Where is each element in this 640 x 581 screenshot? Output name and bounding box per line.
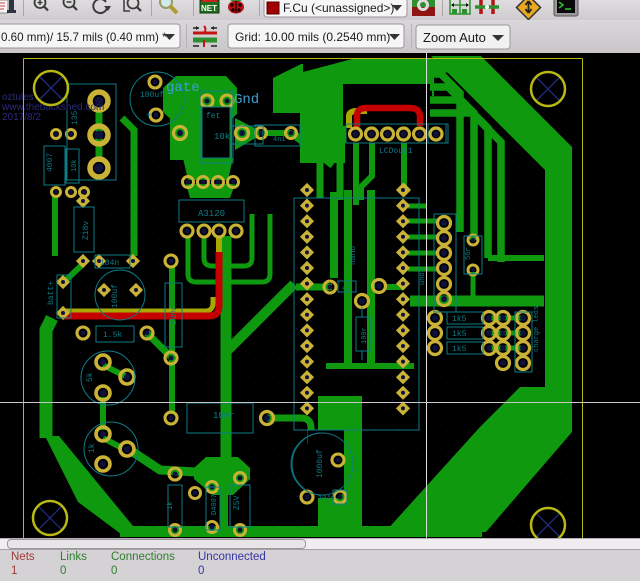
svg-text:Z5V: Z5V: [233, 495, 242, 510]
svg-text:D4007: D4007: [211, 494, 219, 515]
svg-text:1k: 1k: [88, 443, 97, 453]
svg-text:gate: gate: [166, 80, 200, 96]
svg-text:1.5k: 1.5k: [103, 331, 122, 340]
svg-text:fet: fet: [206, 112, 220, 121]
svg-text:1000uf: 1000uf: [316, 449, 325, 478]
svg-text:104n: 104n: [100, 259, 119, 268]
svg-text:F.Cu (<unassigned>): F.Cu (<unassigned>): [283, 1, 394, 15]
svg-text:A3120: A3120: [198, 209, 225, 219]
svg-text:5k: 5k: [86, 372, 95, 382]
svg-text:100uf: 100uf: [111, 284, 120, 308]
svg-text:0.60 mm)/ 15.7 mils (0.40 mm): 0.60 mm)/ 15.7 mils (0.40 mm) *: [1, 31, 167, 44]
svg-text:1k5: 1k5: [452, 330, 467, 339]
svg-text:2017/8/2: 2017/8/2: [2, 112, 41, 123]
svg-text:100uf: 100uf: [140, 91, 164, 100]
svg-text:LCDout1: LCDout1: [379, 147, 413, 156]
svg-text:1k5: 1k5: [452, 315, 467, 324]
svg-text:56r: 56r: [465, 247, 473, 260]
svg-text:+: +: [146, 111, 151, 121]
svg-text:NET: NET: [201, 4, 217, 13]
svg-text:batt+: batt+: [47, 281, 56, 305]
svg-text:Gnd: Gnd: [234, 92, 259, 108]
svg-text:Zoom Auto: Zoom Auto: [423, 30, 486, 45]
svg-text:charge leds: charge leds: [533, 306, 541, 352]
svg-text:100r: 100r: [361, 327, 369, 344]
svg-text:10k: 10k: [214, 132, 230, 142]
svg-text:10k: 10k: [71, 159, 79, 172]
svg-text:4n1: 4n1: [273, 136, 286, 144]
svg-text:Z18v: Z18v: [82, 221, 91, 240]
svg-text:Grid: 10.00 mils (0.2540 mm): Grid: 10.00 mils (0.2540 mm): [235, 30, 390, 44]
svg-text:nano: nano: [349, 246, 358, 265]
svg-text:1k: 1k: [167, 502, 175, 510]
svg-text:104n: 104n: [318, 495, 335, 503]
svg-text:4007: 4007: [46, 153, 55, 172]
svg-text:47: 47: [342, 284, 352, 293]
svg-text:100r: 100r: [213, 411, 235, 421]
svg-text:1k5: 1k5: [452, 345, 467, 354]
svg-text:100r: 100r: [170, 306, 179, 325]
svg-text:uno3: uno3: [419, 268, 427, 285]
